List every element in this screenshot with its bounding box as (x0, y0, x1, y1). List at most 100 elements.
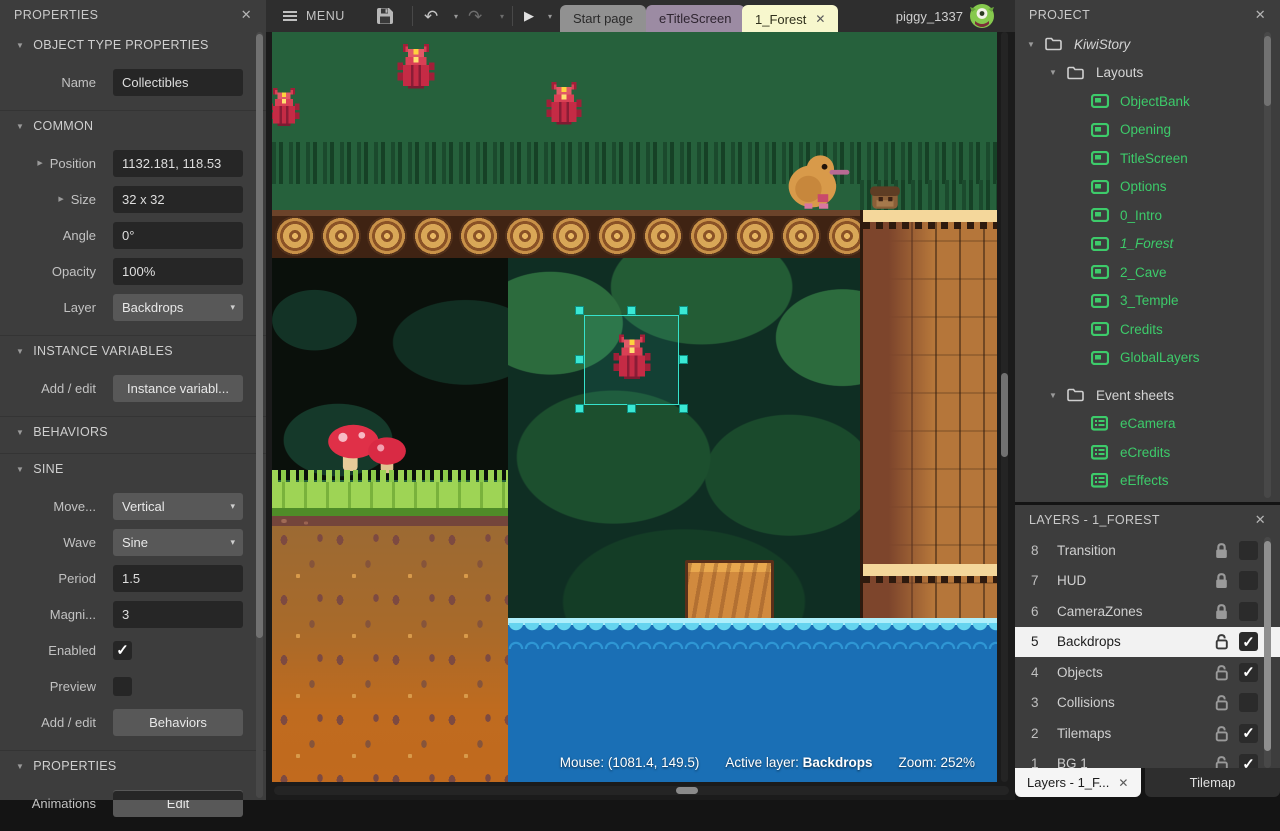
unlock-icon[interactable] (1211, 664, 1231, 681)
lock-icon[interactable] (1211, 542, 1231, 559)
section-header[interactable]: ▼ SINE (0, 454, 266, 484)
layer-row-hud[interactable]: 7 HUD (1015, 566, 1280, 597)
tree-item-titlescreen[interactable]: TitleScreen (1015, 144, 1280, 173)
section-header[interactable]: ▼ BEHAVIORS (0, 417, 266, 447)
layer-row-objects[interactable]: 4 Objects ✓ (1015, 657, 1280, 688)
tree-expand-icon[interactable]: ▼ (1027, 40, 1037, 49)
tab-close-icon[interactable]: ✕ (1118, 776, 1128, 790)
tree-item-objectbank[interactable]: ObjectBank (1015, 87, 1280, 116)
tab-etitlescreen[interactable]: eTitleScreen (646, 5, 745, 32)
canvas-hscroll-thumb[interactable] (676, 787, 698, 794)
layer-row-transition[interactable]: 8 Transition (1015, 535, 1280, 566)
layer-row-bg-1[interactable]: 1 BG 1 ✓ (1015, 749, 1280, 769)
selection-handle[interactable] (627, 404, 636, 413)
selection-handle[interactable] (575, 355, 584, 364)
beetle-sprite[interactable] (395, 44, 437, 91)
menu-icon[interactable] (283, 0, 297, 32)
preview-checkbox[interactable] (113, 677, 132, 696)
play-icon[interactable]: ▶ (524, 0, 534, 32)
selection-handle[interactable] (679, 306, 688, 315)
wave-select[interactable]: Sine ▾ (113, 529, 243, 556)
project-scrollbar-thumb[interactable] (1264, 36, 1271, 106)
save-icon[interactable] (376, 0, 394, 32)
layer-row-tilemaps[interactable]: 2 Tilemaps ✓ (1015, 718, 1280, 749)
avatar[interactable] (969, 0, 995, 32)
section-header[interactable]: ▼ PROPERTIES (0, 751, 266, 781)
selection-handle[interactable] (575, 404, 584, 413)
layers-scrollbar-thumb[interactable] (1264, 541, 1271, 751)
instance-variabl-button[interactable]: Instance variabl... (113, 375, 243, 402)
redo-icon[interactable]: ↷ (468, 0, 482, 32)
tab-tilemap[interactable]: Tilemap (1145, 768, 1280, 797)
tree-item-ecamera[interactable]: eCamera (1015, 410, 1280, 439)
acorn-sprite[interactable] (868, 182, 902, 212)
tab-1-forest[interactable]: 1_Forest ✕ (742, 5, 838, 33)
canvas-vscroll-thumb[interactable] (1001, 373, 1008, 457)
position-field[interactable]: 1132.181, 118.53 (113, 150, 243, 177)
expand-icon[interactable]: ▶ (58, 195, 63, 203)
opacity-field[interactable]: 100% (113, 258, 243, 285)
layer-select[interactable]: Backdrops ▾ (113, 294, 243, 321)
move-select[interactable]: Vertical ▾ (113, 493, 243, 520)
kiwi-sprite[interactable] (786, 150, 852, 212)
tree-item-0-intro[interactable]: 0_Intro (1015, 201, 1280, 230)
visibility-checkbox[interactable]: ✓ (1239, 754, 1258, 768)
unlock-icon[interactable] (1211, 755, 1231, 768)
section-header[interactable]: ▼ INSTANCE VARIABLES (0, 336, 266, 366)
tree-item-event-sheets[interactable]: ▼Event sheets (1015, 381, 1280, 410)
selection-handle[interactable] (575, 306, 584, 315)
menu-button[interactable]: MENU (306, 0, 345, 32)
section-header[interactable]: ▼ OBJECT TYPE PROPERTIES (0, 30, 266, 60)
tree-item-layouts[interactable]: ▼Layouts (1015, 59, 1280, 88)
redo-dropdown-icon[interactable]: ▾ (500, 0, 504, 32)
unlock-icon[interactable] (1211, 633, 1231, 650)
selection-handle[interactable] (679, 404, 688, 413)
beetle-sprite[interactable] (544, 82, 584, 127)
visibility-checkbox[interactable] (1239, 541, 1258, 560)
play-dropdown-icon[interactable]: ▾ (548, 0, 552, 32)
tree-item-options[interactable]: Options (1015, 173, 1280, 202)
close-icon[interactable]: ✕ (1251, 510, 1270, 530)
undo-dropdown-icon[interactable]: ▾ (454, 0, 458, 32)
size-field[interactable]: 32 x 32 (113, 186, 243, 213)
close-icon[interactable]: ✕ (1251, 5, 1270, 25)
tree-item-1-forest[interactable]: 1_Forest (1015, 230, 1280, 259)
tree-item-credits[interactable]: Credits (1015, 315, 1280, 344)
angle-field[interactable]: 0° (113, 222, 243, 249)
visibility-checkbox[interactable] (1239, 602, 1258, 621)
selection-box[interactable] (584, 315, 679, 405)
period-field[interactable]: 1.5 (113, 565, 243, 592)
layer-row-backdrops[interactable]: 5 Backdrops ✓ (1015, 627, 1280, 658)
beetle-sprite[interactable] (272, 88, 302, 128)
properties-scrollbar-thumb[interactable] (256, 34, 263, 638)
visibility-checkbox[interactable] (1239, 571, 1258, 590)
canvas-hscroll-track[interactable] (274, 786, 1009, 795)
tab-close-icon[interactable]: ✕ (815, 12, 825, 26)
lock-icon[interactable] (1211, 603, 1231, 620)
visibility-checkbox[interactable] (1239, 693, 1258, 712)
tab-layers[interactable]: Layers - 1_F... ✕ (1015, 768, 1141, 797)
visibility-checkbox[interactable]: ✓ (1239, 724, 1258, 743)
visibility-checkbox[interactable]: ✓ (1239, 663, 1258, 682)
tree-expand-icon[interactable]: ▼ (1049, 68, 1059, 77)
wood-crate[interactable] (685, 560, 774, 622)
lock-icon[interactable] (1211, 572, 1231, 589)
tab-start-page[interactable]: Start page (560, 5, 646, 32)
tree-item-globallayers[interactable]: GlobalLayers (1015, 344, 1280, 373)
unlock-icon[interactable] (1211, 694, 1231, 711)
tree-item-kiwistory[interactable]: ▼KiwiStory (1015, 30, 1280, 59)
layer-row-camerazones[interactable]: 6 CameraZones (1015, 596, 1280, 627)
tree-item-ecredits[interactable]: eCredits (1015, 438, 1280, 467)
expand-icon[interactable]: ▶ (37, 159, 42, 167)
layer-row-collisions[interactable]: 3 Collisions (1015, 688, 1280, 719)
magni-field[interactable]: 3 (113, 601, 243, 628)
tree-expand-icon[interactable]: ▼ (1049, 391, 1059, 400)
behaviors-button[interactable]: Behaviors (113, 709, 243, 736)
visibility-checkbox[interactable]: ✓ (1239, 632, 1258, 651)
undo-icon[interactable]: ↶ (424, 0, 438, 32)
tree-item-3-temple[interactable]: 3_Temple (1015, 287, 1280, 316)
unlock-icon[interactable] (1211, 725, 1231, 742)
close-icon[interactable]: ✕ (237, 5, 256, 25)
selection-handle[interactable] (627, 306, 636, 315)
selection-handle[interactable] (679, 355, 688, 364)
